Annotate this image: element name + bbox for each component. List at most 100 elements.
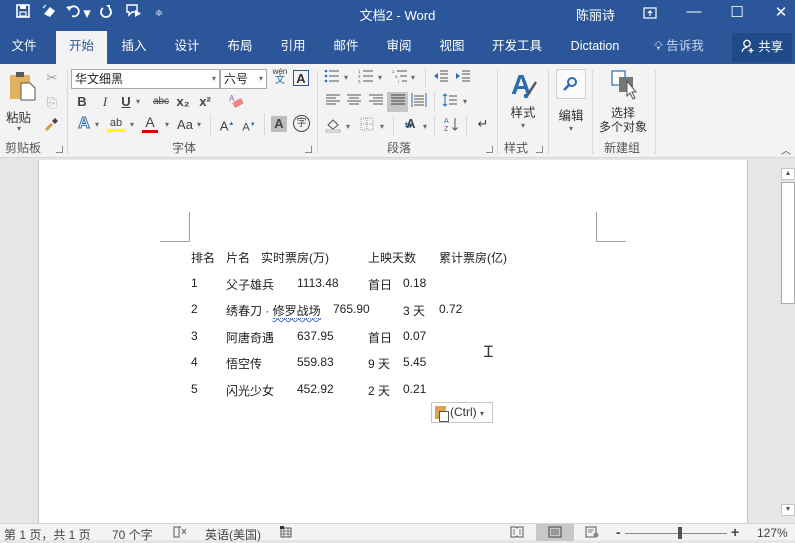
font-size-combobox[interactable]: 六号 ▾: [220, 69, 267, 89]
tab-home[interactable]: 开始: [56, 31, 107, 64]
scroll-down-arrow-icon[interactable]: ▼: [781, 504, 795, 516]
zoom-in-button[interactable]: +: [731, 524, 739, 540]
line-spacing-button[interactable]: [441, 93, 459, 111]
tab-insert[interactable]: 插入: [112, 31, 156, 64]
select-multiple-objects-button[interactable]: 选择 多个对象: [596, 68, 650, 136]
tab-view[interactable]: 视图: [430, 31, 474, 64]
numbering-dropdown-icon[interactable]: ▾: [376, 70, 384, 86]
underline-button[interactable]: U: [118, 94, 134, 110]
highlight-dropdown-icon[interactable]: ▾: [128, 117, 136, 133]
align-left-button[interactable]: [324, 94, 342, 110]
font-color-dropdown-icon[interactable]: ▾: [163, 117, 171, 133]
shading-dropdown-icon[interactable]: ▾: [344, 119, 352, 135]
character-border-button[interactable]: A: [293, 70, 309, 86]
cut-icon[interactable]: ✂: [44, 70, 60, 86]
increase-indent-button[interactable]: [454, 69, 472, 87]
change-case-dropdown-icon[interactable]: ▾: [195, 117, 203, 133]
multilevel-list-dropdown-icon[interactable]: ▾: [409, 70, 417, 86]
styles-gallery-button[interactable]: A 样式 ▾: [503, 68, 543, 134]
page-count[interactable]: 第 1 页，共 1 页: [4, 526, 91, 543]
clipboard-dialog-launcher[interactable]: [56, 146, 63, 153]
superscript-button[interactable]: x²: [197, 94, 213, 110]
tab-references[interactable]: 引用: [271, 31, 315, 64]
font-name-combobox[interactable]: 华文细黑 ▾: [71, 69, 220, 89]
share-button[interactable]: 共享: [732, 33, 792, 62]
grow-font-button[interactable]: A▲: [219, 116, 235, 134]
print-layout-icon[interactable]: [548, 526, 562, 541]
word-count[interactable]: 70 个字: [112, 526, 153, 543]
align-right-button[interactable]: [367, 94, 385, 110]
tell-me-box[interactable]: 💡︎ 告诉我: [646, 31, 712, 64]
proofing-icon[interactable]: [173, 526, 187, 541]
zoom-out-button[interactable]: -: [616, 524, 621, 540]
styles-dialog-launcher[interactable]: [536, 146, 543, 153]
tab-design[interactable]: 设计: [165, 31, 209, 64]
strikethrough-button[interactable]: abc: [150, 94, 172, 110]
sort-button[interactable]: AZ: [442, 116, 460, 136]
read-mode-icon[interactable]: [510, 526, 524, 541]
decrease-indent-button[interactable]: [432, 69, 450, 87]
bullets-dropdown-icon[interactable]: ▾: [342, 70, 350, 86]
font-color-button[interactable]: A: [142, 114, 158, 133]
align-center-button[interactable]: [345, 94, 363, 110]
vertical-scrollbar[interactable]: ▲ ▼: [778, 158, 795, 523]
borders-dropdown-icon[interactable]: ▾: [378, 119, 386, 135]
paste-dropdown-icon[interactable]: ▾: [17, 124, 21, 133]
underline-dropdown-icon[interactable]: ▾: [134, 94, 142, 110]
justify-button[interactable]: [387, 92, 408, 112]
tab-review[interactable]: 审阅: [377, 31, 421, 64]
tab-layout[interactable]: 布局: [218, 31, 262, 64]
tab-mailings[interactable]: 邮件: [324, 31, 368, 64]
zoom-level[interactable]: 127%: [757, 526, 788, 540]
text-effects-button[interactable]: A: [76, 115, 92, 132]
italic-button[interactable]: I: [97, 94, 113, 110]
shading-button[interactable]: [324, 117, 342, 137]
format-painter-icon[interactable]: [44, 117, 60, 135]
close-button[interactable]: ✕: [770, 3, 792, 21]
chevron-down-icon[interactable]: ▾: [212, 70, 216, 88]
spellcheck-flagged-text[interactable]: 修罗战场: [272, 304, 321, 319]
paste-button[interactable]: 粘贴 ▾: [5, 69, 37, 133]
enclose-characters-button[interactable]: 字: [293, 115, 310, 132]
zoom-slider-track[interactable]: [625, 533, 727, 534]
user-name[interactable]: 陈丽诗: [576, 5, 615, 24]
font-dialog-launcher[interactable]: [305, 146, 312, 153]
tab-dictation[interactable]: Dictation: [563, 31, 627, 64]
borders-button[interactable]: [358, 117, 376, 135]
copy-icon[interactable]: ⎘: [44, 95, 60, 111]
minimize-button[interactable]: —: [683, 3, 705, 20]
character-shading-button[interactable]: A: [271, 116, 287, 132]
editing-button[interactable]: 编辑 ▾: [553, 69, 589, 133]
document-page[interactable]: [38, 160, 748, 523]
chevron-down-icon[interactable]: ▾: [259, 70, 263, 88]
clear-formatting-icon[interactable]: A: [228, 93, 244, 113]
bullets-button[interactable]: [323, 69, 341, 87]
scroll-up-arrow-icon[interactable]: ▲: [781, 168, 795, 180]
multilevel-list-button[interactable]: 1ai: [391, 69, 409, 87]
asian-layout-button[interactable]: ⇆A: [400, 116, 420, 133]
paste-options-button[interactable]: (Ctrl) ▾: [431, 402, 493, 423]
text-effects-dropdown-icon[interactable]: ▾: [93, 117, 101, 133]
phonetic-guide-button[interactable]: wén 文: [271, 67, 289, 89]
macro-recording-icon[interactable]: [280, 526, 292, 541]
tab-file[interactable]: 文件: [0, 31, 48, 64]
web-layout-icon[interactable]: [585, 526, 599, 541]
highlight-button[interactable]: ab: [107, 114, 125, 132]
asian-layout-dropdown-icon[interactable]: ▾: [421, 119, 429, 135]
styles-dropdown-icon[interactable]: ▾: [503, 121, 543, 130]
change-case-button[interactable]: Aa: [175, 117, 195, 133]
paragraph-dialog-launcher[interactable]: [486, 146, 493, 153]
scrollbar-thumb[interactable]: [781, 182, 795, 304]
maximize-button[interactable]: ☐: [726, 3, 748, 21]
line-spacing-dropdown-icon[interactable]: ▾: [461, 94, 469, 110]
zoom-slider-thumb[interactable]: [678, 527, 682, 539]
bold-button[interactable]: B: [74, 94, 90, 110]
language[interactable]: 英语(美国): [205, 526, 261, 543]
editing-dropdown-icon[interactable]: ▾: [553, 124, 589, 133]
tab-developer[interactable]: 开发工具: [485, 31, 549, 64]
shrink-font-button[interactable]: A▼: [241, 117, 257, 136]
numbering-button[interactable]: 123: [357, 69, 375, 87]
subscript-button[interactable]: x₂: [175, 94, 191, 110]
distributed-button[interactable]: [410, 93, 428, 111]
show-formatting-marks-button[interactable]: ↵: [474, 116, 492, 132]
